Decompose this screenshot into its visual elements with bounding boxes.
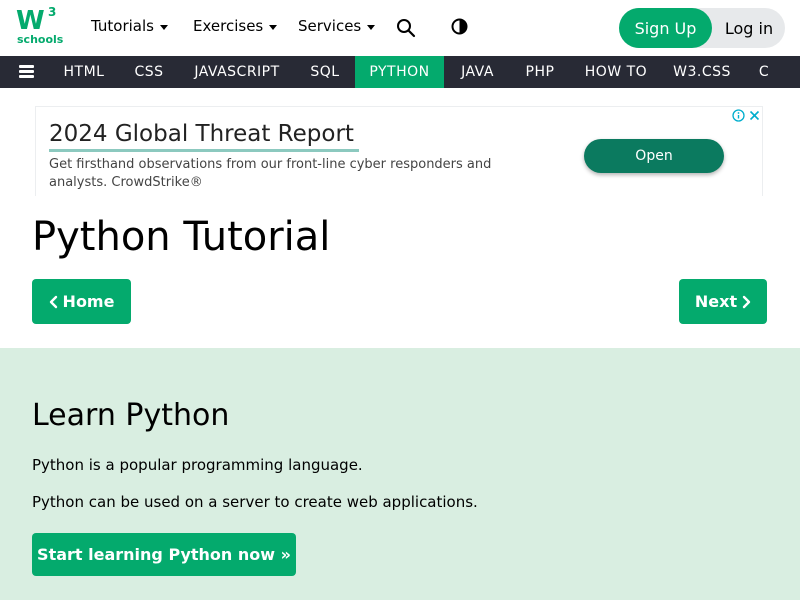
learn-paragraph: Python is a popular programming language… xyxy=(32,456,363,474)
home-button[interactable]: Home xyxy=(32,279,131,324)
ad-title[interactable]: 2024 Global Threat Report xyxy=(49,121,354,147)
home-button-label: Home xyxy=(62,292,115,311)
page-title: Python Tutorial xyxy=(32,214,331,260)
nav-javascript[interactable]: JAVASCRIPT xyxy=(183,56,291,88)
caret-down-icon xyxy=(367,24,376,30)
ad-info-icon[interactable] xyxy=(731,108,746,123)
learn-python-section: Learn Python Python is a popular program… xyxy=(0,348,800,600)
top-bar: W 3 schools Tutorials Exercises Services… xyxy=(0,0,800,56)
nav-html[interactable]: HTML xyxy=(52,56,116,88)
nav-how-to[interactable]: HOW TO xyxy=(576,56,656,88)
ad-text: Get firsthand observations from our fron… xyxy=(49,157,492,190)
tutorials-label: Tutorials xyxy=(91,17,154,35)
ad-open-button[interactable]: Open xyxy=(584,139,724,173)
advertisement[interactable]: 2024 Global Threat Report Get firsthand … xyxy=(35,106,763,196)
signup-button[interactable]: Sign Up xyxy=(619,8,712,48)
nav-java[interactable]: JAVA xyxy=(450,56,505,88)
nav-w3css[interactable]: W3.CSS xyxy=(666,56,738,88)
logo-schools: schools xyxy=(17,33,64,46)
nav-python[interactable]: PYTHON xyxy=(355,56,444,88)
caret-down-icon xyxy=(269,24,278,30)
nav-c[interactable]: C xyxy=(750,56,778,88)
logo-w: W xyxy=(16,6,45,36)
learn-heading: Learn Python xyxy=(32,398,230,433)
next-button[interactable]: Next xyxy=(679,279,767,324)
nav-php[interactable]: PHP xyxy=(515,56,565,88)
w3schools-logo[interactable]: W 3 schools xyxy=(16,5,64,48)
exercises-menu[interactable]: Exercises xyxy=(193,17,278,35)
ad-close-icon[interactable] xyxy=(747,108,762,123)
nav-sql[interactable]: SQL xyxy=(300,56,350,88)
chevron-right-icon xyxy=(742,295,751,308)
learn-paragraph: Python can be used on a server to create… xyxy=(32,493,478,511)
logo-superscript: 3 xyxy=(48,5,57,19)
hamburger-menu-icon[interactable] xyxy=(19,65,34,78)
next-button-label: Next xyxy=(694,292,738,311)
login-button[interactable]: Log in xyxy=(714,8,784,48)
exercises-label: Exercises xyxy=(193,17,264,35)
chevron-left-icon xyxy=(49,295,57,308)
ad-title-underline xyxy=(49,149,359,152)
nav-css[interactable]: CSS xyxy=(124,56,174,88)
services-label: Services xyxy=(298,17,362,35)
start-learning-button[interactable]: Start learning Python now » xyxy=(32,533,296,576)
tutorials-menu[interactable]: Tutorials xyxy=(91,17,168,35)
subject-nav: HTML CSS JAVASCRIPT SQL PYTHON JAVA PHP … xyxy=(0,56,800,88)
caret-down-icon xyxy=(159,24,168,30)
services-menu[interactable]: Services xyxy=(298,17,376,35)
contrast-icon[interactable] xyxy=(451,18,468,35)
search-icon[interactable] xyxy=(396,18,416,38)
